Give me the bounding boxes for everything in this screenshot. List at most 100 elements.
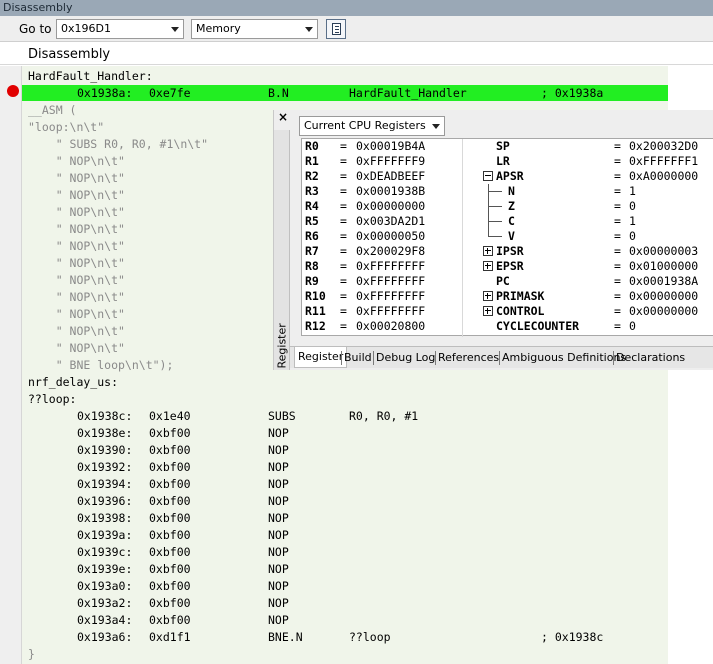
register-name: N — [508, 184, 515, 198]
register-value: 0x00000000 — [629, 289, 699, 303]
tab-declarations[interactable]: Declarations — [616, 351, 685, 364]
register-vertical-tab[interactable]: Register — [274, 130, 290, 370]
register-value: 0x00020800 — [356, 319, 426, 333]
register-row[interactable]: R2 = 0xDEADBEEF APSR = 0xA0000000 — [302, 169, 713, 184]
window-title: Disassembly — [0, 0, 713, 16]
source-line: " NOP\n\t" — [28, 188, 125, 202]
equals-sign: = — [614, 139, 621, 153]
equals-sign: = — [614, 184, 621, 198]
register-row[interactable]: R12 = 0x00020800 CYCLECOUNTER = 0 — [302, 319, 713, 334]
register-name: CYCLECOUNTER — [496, 319, 580, 333]
register-row[interactable]: R5 = 0x003DA2D1 C = 1 — [302, 214, 713, 229]
register-row[interactable]: R10 = 0xFFFFFFFF PRIMASK = 0x00000000 — [302, 289, 713, 304]
instruction-opcode: 0xbf00 — [149, 477, 191, 491]
chevron-down-icon[interactable] — [432, 124, 440, 129]
register-value: 0xFFFFFFFF — [356, 274, 426, 288]
instruction-comment: ; 0x1938c — [541, 630, 604, 644]
register-vertical-tab-label: Register — [275, 323, 289, 369]
register-row[interactable]: R7 = 0x200029F8 IPSR = 0x00000003 — [302, 244, 713, 259]
tab-separator — [499, 351, 500, 365]
register-row[interactable]: R8 = 0xFFFFFFFF EPSR = 0x01000000 — [302, 259, 713, 274]
chevron-down-icon[interactable] — [305, 27, 313, 32]
chevron-down-icon[interactable] — [171, 27, 179, 32]
instruction-mnemonic: NOP — [268, 613, 289, 627]
goto-label: Go to — [19, 22, 52, 36]
register-row[interactable]: R1 = 0xFFFFFFF9 LR = 0xFFFFFFF1 — [302, 154, 713, 169]
register-name: R12 — [305, 319, 326, 333]
register-value: 0x00000050 — [356, 229, 426, 243]
register-row[interactable]: R0 = 0x00019B4A SP = 0x200032D0 — [302, 139, 713, 154]
document-button[interactable] — [326, 19, 346, 39]
breakpoint-icon[interactable] — [7, 85, 19, 97]
register-name: R0 — [305, 139, 319, 153]
tab-build[interactable]: Build — [344, 351, 372, 364]
equals-sign: = — [340, 229, 347, 243]
register-value: 0 — [629, 319, 636, 333]
instruction-mnemonic: NOP — [268, 426, 289, 440]
tab-register[interactable]: Register — [294, 347, 348, 368]
tab-separator — [435, 351, 436, 365]
instruction-address: 0x1939a: — [77, 528, 133, 542]
register-name: EPSR — [496, 259, 524, 273]
register-name: SP — [496, 139, 510, 153]
register-name: R4 — [305, 199, 319, 213]
register-row[interactable]: R6 = 0x00000050 V = 0 — [302, 229, 713, 244]
instruction-opcode: 0xbf00 — [149, 562, 191, 576]
instruction-address: 0x1939c: — [77, 545, 133, 559]
instruction-operands: R0, R0, #1 — [349, 409, 419, 423]
equals-sign: = — [614, 274, 621, 288]
register-row[interactable]: R4 = 0x00000000 Z = 0 — [302, 199, 713, 214]
instruction-address: 0x193a4: — [77, 613, 133, 627]
register-name: LR — [496, 154, 510, 168]
instruction-opcode: 0xd1f1 — [149, 630, 191, 644]
equals-sign: = — [614, 229, 621, 243]
instruction-mnemonic: B.N — [268, 86, 289, 100]
register-value: 0x003DA2D1 — [356, 214, 426, 228]
close-icon[interactable]: × — [278, 110, 288, 124]
instruction-address: 0x193a6: — [77, 630, 133, 644]
register-row[interactable]: R11 = 0xFFFFFFFF CONTROL = 0x00000000 — [302, 304, 713, 319]
register-value: 0x01000000 — [629, 259, 699, 273]
collapse-icon[interactable] — [483, 171, 493, 181]
expand-icon[interactable] — [483, 261, 493, 271]
document-icon — [332, 23, 341, 35]
register-name: R1 — [305, 154, 319, 168]
goto-address-combo[interactable]: 0x196D1 — [56, 19, 184, 39]
equals-sign: = — [614, 244, 621, 258]
code-label: HardFault_Handler: — [28, 69, 153, 83]
register-value: 0x0001938B — [356, 184, 426, 198]
register-view-select[interactable]: Current CPU Registers — [299, 116, 445, 136]
instruction-opcode: 0xbf00 — [149, 545, 191, 559]
register-name: APSR — [496, 169, 524, 183]
instruction-address: 0x19394: — [77, 477, 133, 491]
instruction-mnemonic: SUBS — [268, 409, 296, 423]
breakpoint-gutter[interactable] — [0, 66, 22, 664]
instruction-address: 0x1938c: — [77, 409, 133, 423]
equals-sign: = — [614, 154, 621, 168]
equals-sign: = — [614, 169, 621, 183]
register-row[interactable]: R3 = 0x0001938B N = 1 — [302, 184, 713, 199]
register-row[interactable]: R9 = 0xFFFFFFFF PC = 0x0001938A — [302, 274, 713, 289]
register-name: R9 — [305, 274, 319, 288]
equals-sign: = — [340, 139, 347, 153]
view-mode-combo[interactable]: Memory — [191, 19, 318, 39]
expand-icon[interactable] — [483, 246, 493, 256]
register-table: R0 = 0x00019B4A SP = 0x200032D0 R1 = 0xFFFFFFF9 L… — [301, 138, 713, 337]
register-tab-bar: Register Build Debug Log References Ambiguou… — [290, 346, 713, 368]
instruction-comment: ; 0x1938a — [541, 86, 604, 100]
tab-references[interactable]: References — [438, 351, 499, 364]
tab-debug-log[interactable]: Debug Log — [376, 351, 435, 364]
register-value: 0 — [629, 229, 636, 243]
source-line: } — [28, 647, 35, 661]
register-value: 0xFFFFFFF1 — [629, 154, 699, 168]
expand-icon[interactable] — [483, 291, 493, 301]
register-value: 0x00019B4A — [356, 139, 426, 153]
register-value: 1 — [629, 184, 636, 198]
tab-ambiguous-definitions[interactable]: Ambiguous Definitions — [502, 351, 626, 364]
register-value: 0xFFFFFFFF — [356, 259, 426, 273]
equals-sign: = — [340, 154, 347, 168]
instruction-operands: ??loop — [349, 630, 391, 644]
expand-icon[interactable] — [483, 306, 493, 316]
source-line: " NOP\n\t" — [28, 273, 125, 287]
goto-address-value: 0x196D1 — [61, 22, 111, 35]
